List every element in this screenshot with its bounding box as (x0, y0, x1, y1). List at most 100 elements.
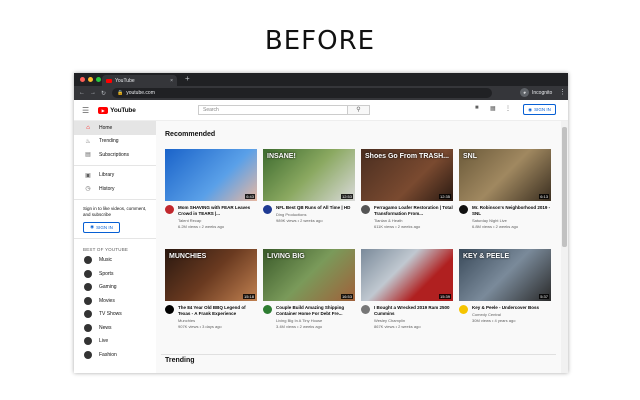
tab-title: YouTube (115, 77, 135, 84)
video-card[interactable]: MUNCHIES 15:18 The 84 Year Old BBQ Legend … (165, 249, 257, 329)
search-input[interactable]: Search (198, 105, 348, 115)
url-text[interactable]: youtube.com (126, 90, 155, 96)
settings-dots-icon[interactable]: ⋮ (505, 105, 511, 112)
sidebar-item-fashion[interactable]: Fashion (74, 348, 156, 362)
page-scrollbar[interactable] (561, 121, 568, 373)
channel-avatar[interactable] (165, 205, 174, 214)
video-title[interactable]: NFL Best QB Runs of All Time | HD (276, 205, 355, 211)
create-video-icon[interactable]: ■ (475, 105, 479, 111)
sidebar-item-subscriptions[interactable]: ▤ Subscriptions (74, 148, 156, 162)
sidebar-item-news[interactable]: News (74, 321, 156, 335)
thumbnail-overlay-text: INSANE! (267, 153, 296, 160)
channel-avatar[interactable] (361, 305, 370, 314)
apps-grid-icon[interactable]: ▦ (490, 105, 496, 112)
sidebar-sign-in-label: SIGN IN (96, 224, 113, 230)
sidebar-item-library[interactable]: ▣ Library (74, 169, 156, 183)
channel-avatar[interactable] (459, 305, 468, 314)
video-duration: 16:53 (340, 294, 353, 299)
lock-icon[interactable]: 🔒 (117, 90, 123, 96)
sidebar-item-label: Gaming (99, 284, 117, 291)
best-of-youtube-heading: BEST OF YOUTUBE (83, 246, 129, 252)
sidebar-item-trending[interactable]: ♨ Trending (74, 135, 156, 149)
youtube-logo-text: YouTube (110, 106, 136, 114)
sidebar-item-label: Subscriptions (99, 151, 130, 158)
header-sign-in-label: SIGN IN (534, 107, 551, 112)
sidebar-item-movies[interactable]: Movies (74, 294, 156, 308)
video-duration: 6:13 (539, 194, 549, 199)
sidebar-item-tv-shows[interactable]: TV Shows (74, 308, 156, 322)
sidebar-item-live[interactable]: Live (74, 335, 156, 349)
video-card[interactable]: KEY & PEELE 5:37 Key & Peele - Undercover … (459, 249, 551, 323)
video-card[interactable]: SNL 6:13 Mr. Robinson's Neighborhood 2019 … (459, 149, 551, 229)
channel-avatar-icon (84, 283, 92, 292)
sidebar-item-label: Trending (99, 138, 119, 145)
sidebar-sign-in-button[interactable]: ◉ SIGN IN (83, 221, 120, 233)
browser-tab[interactable]: YouTube × (102, 75, 177, 86)
maximize-window-button[interactable] (96, 77, 101, 82)
sidebar-divider (74, 164, 156, 166)
sidebar-item-sports[interactable]: Sports (74, 267, 156, 281)
sidebar-sign-in-text: Sign in to like videos, comment, and sub… (83, 205, 147, 218)
channel-avatar[interactable] (361, 205, 370, 214)
minimize-window-button[interactable] (88, 77, 93, 82)
new-tab-button[interactable]: + (185, 74, 190, 83)
trending-heading: Trending (165, 357, 195, 364)
sidebar-item-label: Home (99, 124, 113, 131)
video-stats: 6.8M views • 2 weeks ago (472, 223, 519, 229)
video-stats: 3.4M views • 2 weeks ago (276, 323, 323, 329)
video-title[interactable]: Mom SHAVING with FEAR Leaves Crowd in TE… (178, 205, 257, 217)
incognito-icon: ◕ (520, 88, 529, 97)
search-button[interactable]: ⚲ (348, 105, 370, 115)
video-card[interactable]: LIVING BIG 16:53 Couple Build Amazing Ship… (263, 249, 355, 329)
header-sign-in-button[interactable]: ◉ SIGN IN (523, 104, 556, 115)
video-title[interactable]: Mr. Robinson's Neighborhood 2019 - SNL (472, 205, 551, 217)
channel-avatar[interactable] (459, 205, 468, 214)
video-title[interactable]: I Bought a Wrecked 2019 Ram 2500 Cummins (374, 305, 453, 317)
video-thumbnail[interactable]: SNL 6:13 (459, 149, 551, 201)
video-thumbnail[interactable]: LIVING BIG 16:53 (263, 249, 355, 301)
video-card[interactable]: Shoes Go From TRASH... 12:35 Ferragamo Loa… (361, 149, 453, 229)
video-card[interactable]: 6:43 Mom SHAVING with FEAR Leaves Crowd i… (165, 149, 257, 229)
channel-avatar[interactable] (263, 205, 272, 214)
sidebar-divider (74, 237, 156, 239)
video-meta: NFL Best QB Runs of All Time | HD Ding Pr… (263, 205, 355, 223)
video-title[interactable]: Ferragamo Loafer Restoration | Total Tra… (374, 205, 453, 217)
video-card[interactable]: 15:39 I Bought a Wrecked 2019 Ram 2500 Cu… (361, 249, 453, 329)
reload-icon[interactable]: ↻ (101, 90, 106, 97)
tab-close-icon[interactable]: × (170, 78, 173, 84)
video-meta: The 84 Year Old BBQ Legend of Texas - A … (165, 305, 257, 329)
sidebar-item-label: Music (99, 257, 113, 264)
video-thumbnail[interactable]: INSANE! 12:53 (263, 149, 355, 201)
video-stats: 867K views • 2 weeks ago (374, 323, 421, 329)
sidebar-item-history[interactable]: ◷ History (74, 182, 156, 196)
incognito-indicator[interactable]: ◕ Incognito (520, 88, 552, 97)
close-window-button[interactable] (80, 77, 85, 82)
search-icon: ⚲ (356, 107, 361, 113)
scrollbar-thumb[interactable] (562, 127, 567, 247)
channel-avatar[interactable] (165, 305, 174, 314)
video-title[interactable]: Couple Build Amazing Shipping Container … (276, 305, 355, 317)
thumbnail-overlay-text: Shoes Go From TRASH... (365, 153, 450, 160)
sidebar-item-home[interactable]: ⌂ Home (74, 121, 156, 135)
video-title[interactable]: The 84 Year Old BBQ Legend of Texas - A … (178, 305, 257, 317)
sidebar-item-label: TV Shows (99, 311, 122, 318)
hamburger-menu-icon[interactable]: ☰ (82, 106, 89, 115)
browser-menu-icon[interactable]: ⋮ (559, 88, 566, 96)
video-text: I Bought a Wrecked 2019 Ram 2500 Cummins… (374, 305, 453, 329)
video-title[interactable]: Key & Peele - Undercover Boss (472, 305, 551, 311)
video-thumbnail[interactable]: Shoes Go From TRASH... 12:35 (361, 149, 453, 201)
video-text: Key & Peele - Undercover Boss Comedy Cent… (472, 305, 551, 323)
video-text: NFL Best QB Runs of All Time | HD Ding Pr… (276, 205, 355, 223)
video-thumbnail[interactable]: 6:43 (165, 149, 257, 201)
channel-avatar[interactable] (263, 305, 272, 314)
address-bar[interactable]: 🔒 youtube.com (112, 88, 492, 98)
sidebar-item-gaming[interactable]: Gaming (74, 281, 156, 295)
forward-icon[interactable]: → (90, 90, 96, 96)
back-icon[interactable]: ← (79, 90, 85, 96)
video-thumbnail[interactable]: MUNCHIES 15:18 (165, 249, 257, 301)
sidebar-item-music[interactable]: Music (74, 254, 156, 268)
video-thumbnail[interactable]: KEY & PEELE 5:37 (459, 249, 551, 301)
video-thumbnail[interactable]: 15:39 (361, 249, 453, 301)
video-card[interactable]: INSANE! 12:53 NFL Best QB Runs of All Time… (263, 149, 355, 223)
youtube-logo[interactable]: ▶ YouTube (98, 106, 136, 114)
